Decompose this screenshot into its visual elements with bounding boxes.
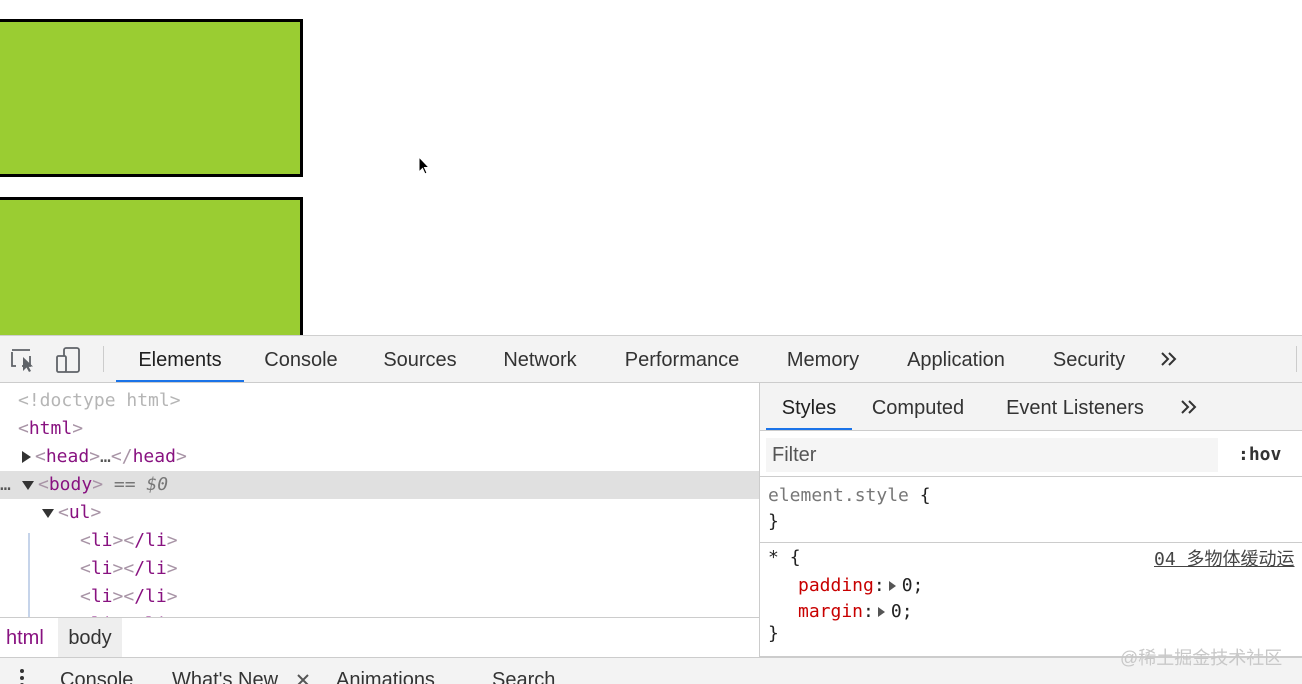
tab-network[interactable]: Network (493, 336, 587, 382)
dom-node-ul[interactable]: <ul> (0, 499, 759, 527)
dom-node-body[interactable]: … <body> == $0 (0, 471, 759, 499)
tab-security[interactable]: Security (1043, 336, 1135, 382)
green-box-1 (0, 19, 303, 177)
tree-indent-guide (28, 533, 30, 617)
breadcrumb-html[interactable]: html (0, 618, 50, 657)
toolbar-separator (103, 346, 104, 372)
more-tabs-icon[interactable] (1178, 396, 1200, 418)
tab-elements[interactable]: Elements (116, 336, 244, 382)
close-icon[interactable] (296, 673, 310, 684)
watermark: @稀土掘金技术社区 (1120, 648, 1283, 668)
element-style-rule: element.style { } (760, 477, 1302, 543)
node-actions-ellipsis[interactable]: … (0, 471, 22, 499)
element-style-selector: element.style { (768, 485, 931, 506)
collapse-arrow-icon[interactable] (42, 508, 54, 518)
universal-selector-rule: * { 04 多物体缓动运 padding: 0; margin: 0; } (760, 543, 1302, 657)
rule-source-link[interactable]: 04 多物体缓动运 (1154, 547, 1295, 573)
dom-node-head[interactable]: <head>…</head> (0, 443, 759, 471)
expand-shorthand-icon[interactable] (888, 581, 896, 591)
styles-filter-input[interactable] (766, 438, 1218, 472)
inspect-element-icon[interactable] (10, 347, 38, 373)
dom-node-html[interactable]: <html> (0, 415, 759, 443)
expand-shorthand-icon[interactable] (877, 607, 885, 617)
drawer-tab-animations[interactable]: Animations (336, 666, 435, 684)
drawer-tab-search[interactable]: Search (492, 666, 555, 684)
toolbar-separator-right (1296, 346, 1297, 372)
drawer-tab-whats-new[interactable]: What's New (172, 666, 278, 684)
dom-node-doctype[interactable]: <!doctype html> (0, 387, 759, 415)
tab-application[interactable]: Application (896, 336, 1016, 382)
drawer-tab-console[interactable]: Console (60, 666, 133, 684)
screen: Elements Console Sources Network Perform… (0, 0, 1302, 684)
drawer-menu-icon[interactable] (18, 668, 26, 684)
collapse-arrow-icon[interactable] (22, 480, 34, 490)
tab-performance[interactable]: Performance (614, 336, 750, 382)
rule-close-brace: } (768, 623, 779, 644)
tab-console[interactable]: Console (255, 336, 347, 382)
expand-arrow-icon[interactable] (22, 451, 31, 463)
dom-node-li[interactable]: <li></li> (0, 583, 759, 611)
styles-filter-bar: :hov (760, 431, 1302, 477)
more-tabs-icon[interactable] (1158, 348, 1180, 370)
dom-node-li[interactable]: <li></li> (0, 527, 759, 555)
selected-node-marker: == $0 (113, 474, 169, 495)
breadcrumb: html body (0, 617, 760, 657)
mouse-cursor-icon (418, 156, 430, 175)
device-toolbar-icon[interactable] (54, 347, 82, 373)
sidebar-tabs: Styles Computed Event Listeners (760, 383, 1302, 431)
breadcrumb-body[interactable]: body (58, 618, 122, 657)
tab-styles[interactable]: Styles (766, 383, 852, 430)
css-property-padding[interactable]: padding: 0; (798, 573, 923, 599)
tab-memory[interactable]: Memory (777, 336, 869, 382)
html-tag-name: html (28, 418, 73, 439)
universal-selector: * { (768, 547, 801, 568)
elements-dom-tree: <!doctype html> <html> <head>…</head> … <… (0, 383, 760, 617)
css-property-margin[interactable]: margin: 0; (798, 599, 913, 625)
devtools-drawer: Console What's New Animations Search (0, 657, 1302, 684)
rule-close-brace: } (768, 511, 779, 532)
devtools-main-toolbar: Elements Console Sources Network Perform… (0, 336, 1302, 383)
tab-computed[interactable]: Computed (864, 383, 972, 430)
tab-sources[interactable]: Sources (374, 336, 466, 382)
green-box-2 (0, 197, 303, 335)
styles-sidebar: Styles Computed Event Listeners :hov ele… (760, 383, 1302, 657)
tab-event-listeners[interactable]: Event Listeners (998, 383, 1152, 430)
devtools-panel: Elements Console Sources Network Perform… (0, 335, 1302, 684)
dom-node-li[interactable]: <li></li> (0, 555, 759, 583)
page-viewport (0, 0, 1302, 335)
doctype-text: <!doctype html> (18, 390, 181, 411)
hover-state-toggle[interactable]: :hov (1238, 439, 1281, 471)
